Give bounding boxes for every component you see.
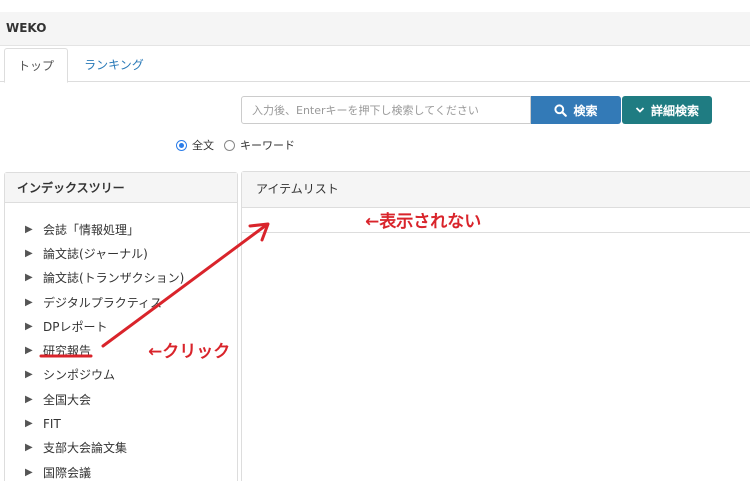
tree-item-label[interactable]: 会誌「情報処理」: [43, 221, 139, 238]
triangle-right-icon[interactable]: ▶: [25, 272, 35, 283]
chevron-down-icon: [635, 107, 645, 113]
search-button-label: 検索: [573, 103, 598, 118]
tree-item-label[interactable]: 支部大会論文集: [43, 439, 127, 456]
tree-item-label[interactable]: 論文誌(トランザクション): [43, 269, 184, 286]
tree-item[interactable]: ▶ 全国大会: [25, 387, 184, 411]
radio-fulltext[interactable]: [176, 139, 187, 151]
tree-item-label[interactable]: DPレポート: [43, 318, 107, 335]
tree-item[interactable]: ▶ シンポジウム: [25, 363, 184, 387]
tree-item[interactable]: ▶ 論文誌(ジャーナル): [25, 241, 184, 265]
index-tree-title: インデックスツリー: [5, 173, 237, 203]
main-tabs: トップ ランキング: [0, 46, 750, 83]
item-list-divider: [242, 232, 750, 233]
brand-logo[interactable]: WEKO: [6, 21, 46, 35]
triangle-right-icon[interactable]: ▶: [25, 467, 35, 478]
item-list-panel: アイテムリスト: [241, 171, 750, 481]
radio-keyword[interactable]: [224, 139, 235, 151]
search-input[interactable]: [241, 96, 531, 124]
tree-item-label[interactable]: FIT: [43, 417, 61, 431]
triangle-right-icon[interactable]: ▶: [25, 394, 35, 405]
radio-fulltext-label[interactable]: 全文: [192, 137, 214, 153]
triangle-right-icon[interactable]: ▶: [25, 224, 35, 235]
triangle-right-icon[interactable]: ▶: [25, 442, 35, 453]
tab-ranking[interactable]: ランキング: [72, 48, 156, 83]
tab-top[interactable]: トップ: [4, 48, 68, 83]
search-button[interactable]: 検索: [531, 96, 621, 124]
tree-item-label[interactable]: 全国大会: [43, 391, 91, 408]
tree-item[interactable]: ▶ デジタルプラクティス: [25, 290, 184, 314]
tree-item-label[interactable]: 研究報告: [43, 342, 91, 359]
index-tree-panel: インデックスツリー ▶ 会誌「情報処理」 ▶ 論文誌(ジャーナル) ▶ 論文誌(トラン…: [4, 172, 238, 481]
tree-item[interactable]: ▶ DPレポート: [25, 314, 184, 338]
triangle-right-icon[interactable]: ▶: [25, 297, 35, 308]
tree-item[interactable]: ▶ FIT: [25, 411, 184, 435]
tree-item-label[interactable]: シンポジウム: [43, 366, 115, 383]
search-icon: [554, 103, 568, 117]
annotation-click: ←クリック: [148, 342, 231, 362]
detail-search-button[interactable]: 詳細検索: [622, 96, 712, 124]
triangle-right-icon[interactable]: ▶: [25, 345, 35, 356]
top-navbar: WEKO: [0, 12, 750, 46]
triangle-right-icon[interactable]: ▶: [25, 418, 35, 429]
tree-item[interactable]: ▶ 支部大会論文集: [25, 436, 184, 460]
item-list-title: アイテムリスト: [242, 172, 750, 208]
search-mode-radios: 全文 キーワード: [176, 137, 305, 153]
detail-search-label: 詳細検索: [650, 103, 699, 118]
tree-item-label[interactable]: 論文誌(ジャーナル): [43, 245, 148, 262]
tree-item[interactable]: ▶ 会誌「情報処理」: [25, 217, 184, 241]
tree-item[interactable]: ▶ 論文誌(トランザクション): [25, 266, 184, 290]
tree-item[interactable]: ▶ 国際会議: [25, 460, 184, 481]
annotation-not-shown: ←表示されない: [365, 212, 482, 232]
tree-item-label[interactable]: デジタルプラクティス: [43, 294, 162, 311]
radio-keyword-label[interactable]: キーワード: [240, 137, 295, 153]
tree-item-label[interactable]: 国際会議: [43, 464, 91, 481]
triangle-right-icon[interactable]: ▶: [25, 369, 35, 380]
triangle-right-icon[interactable]: ▶: [25, 321, 35, 332]
triangle-right-icon[interactable]: ▶: [25, 248, 35, 259]
